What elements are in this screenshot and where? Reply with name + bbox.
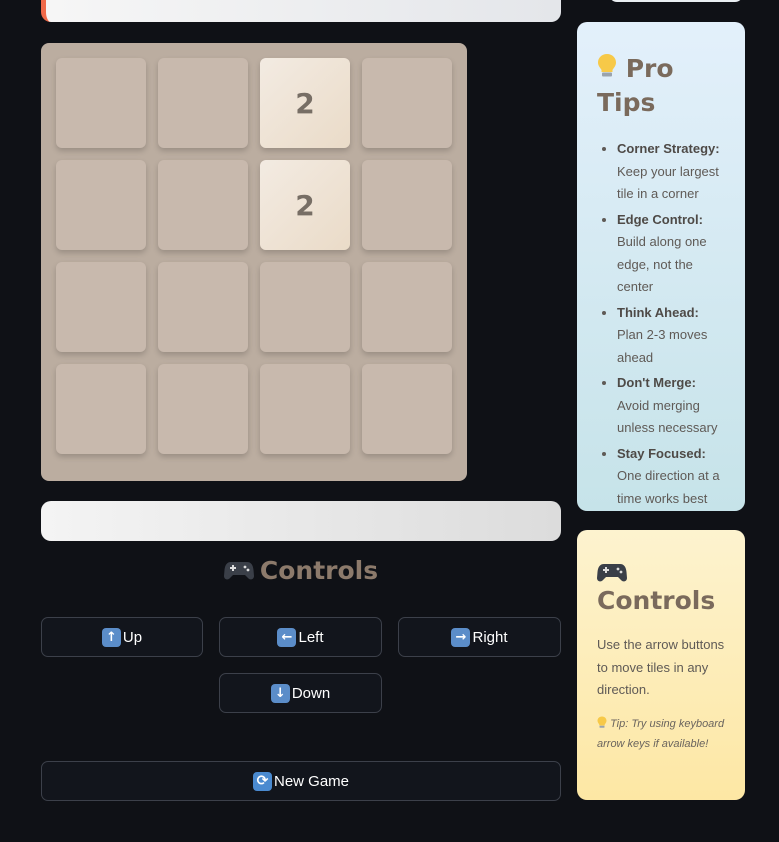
empty-tile bbox=[362, 160, 452, 250]
tip-item: Edge Control: Build along one edge, not … bbox=[617, 209, 725, 299]
controls-card: Controls Use the arrow buttons to move t… bbox=[577, 530, 745, 800]
tip-item: Don't Merge: Avoid merging unless necess… bbox=[617, 372, 725, 440]
tip-text: Plan 2-3 moves ahead bbox=[617, 327, 708, 365]
empty-tile bbox=[362, 262, 452, 352]
empty-tile bbox=[56, 58, 146, 148]
empty-tile bbox=[362, 364, 452, 454]
sidebar-card-top bbox=[609, 0, 743, 2]
empty-tile bbox=[56, 160, 146, 250]
controls-heading: Controls bbox=[41, 550, 561, 590]
controls-heading-text: Controls bbox=[259, 555, 379, 585]
status-banner bbox=[41, 0, 561, 22]
up-button-label: Up bbox=[122, 628, 143, 646]
down-button-label: Down bbox=[291, 684, 331, 702]
empty-tile bbox=[56, 364, 146, 454]
empty-tile bbox=[260, 364, 350, 454]
new-game-button[interactable]: ⟳ New Game bbox=[41, 761, 561, 801]
left-button-label: Left bbox=[298, 628, 324, 646]
empty-tile bbox=[56, 262, 146, 352]
tip-label: Edge Control: bbox=[617, 211, 703, 227]
tip-label: Think Ahead: bbox=[617, 304, 699, 320]
right-button[interactable]: → Right bbox=[398, 617, 561, 657]
gamepad-icon bbox=[223, 562, 254, 580]
down-button[interactable]: ↓ Down bbox=[219, 673, 382, 713]
game-board: 22 bbox=[41, 43, 467, 481]
left-button[interactable]: ← Left bbox=[219, 617, 382, 657]
left-arrow-icon: ← bbox=[277, 627, 297, 647]
tip-item: Stay Focused: One direction at a time wo… bbox=[617, 443, 725, 511]
tip-text: Avoid merging unless necessary bbox=[617, 397, 718, 436]
lightbulb-icon bbox=[598, 54, 616, 77]
controls-card-title-text: Controls bbox=[597, 586, 716, 615]
empty-tile bbox=[260, 262, 350, 352]
controls-tip-text: Tip: Try using keyboard arrow keys if av… bbox=[597, 717, 725, 750]
controls-description: Use the arrow buttons to move tiles in a… bbox=[597, 637, 725, 697]
right-button-label: Right bbox=[472, 628, 508, 646]
tip-text: Build along one edge, not the center bbox=[617, 234, 707, 294]
tip-label: Don't Merge: bbox=[617, 375, 696, 390]
tip-text: Keep your largest tile in a corner bbox=[617, 163, 719, 202]
pro-tips-title: Pro Tips bbox=[597, 52, 725, 120]
refresh-icon: ⟳ bbox=[252, 771, 272, 791]
game-message-bar bbox=[41, 501, 561, 541]
tile: 2 bbox=[260, 160, 350, 250]
lightbulb-icon bbox=[597, 716, 607, 728]
empty-tile bbox=[158, 364, 248, 454]
controls-tip: Tip: Try using keyboard arrow keys if av… bbox=[597, 714, 725, 754]
up-button[interactable]: ↑ Up bbox=[41, 617, 203, 657]
empty-tile bbox=[362, 58, 452, 148]
pro-tips-list: Corner Strategy: Keep your largest tile … bbox=[597, 138, 725, 510]
tile: 2 bbox=[260, 58, 350, 148]
gamepad-icon bbox=[597, 564, 627, 582]
tip-text: One direction at a time works best bbox=[617, 468, 720, 506]
up-arrow-icon: ↑ bbox=[101, 627, 121, 647]
empty-tile bbox=[158, 160, 248, 250]
pro-tips-card: Pro Tips Corner Strategy: Keep your larg… bbox=[577, 22, 745, 511]
tip-label: Corner Strategy: bbox=[617, 141, 720, 156]
controls-card-title: Controls bbox=[597, 560, 725, 618]
tip-item: Corner Strategy: Keep your largest tile … bbox=[617, 138, 725, 206]
right-arrow-icon: → bbox=[451, 627, 471, 647]
down-arrow-icon: ↓ bbox=[270, 683, 290, 703]
empty-tile bbox=[158, 262, 248, 352]
new-game-button-label: New Game bbox=[273, 772, 350, 790]
tip-item: Think Ahead: Plan 2-3 moves ahead bbox=[617, 302, 725, 370]
empty-tile bbox=[158, 58, 248, 148]
tip-label: Stay Focused: bbox=[617, 445, 706, 461]
